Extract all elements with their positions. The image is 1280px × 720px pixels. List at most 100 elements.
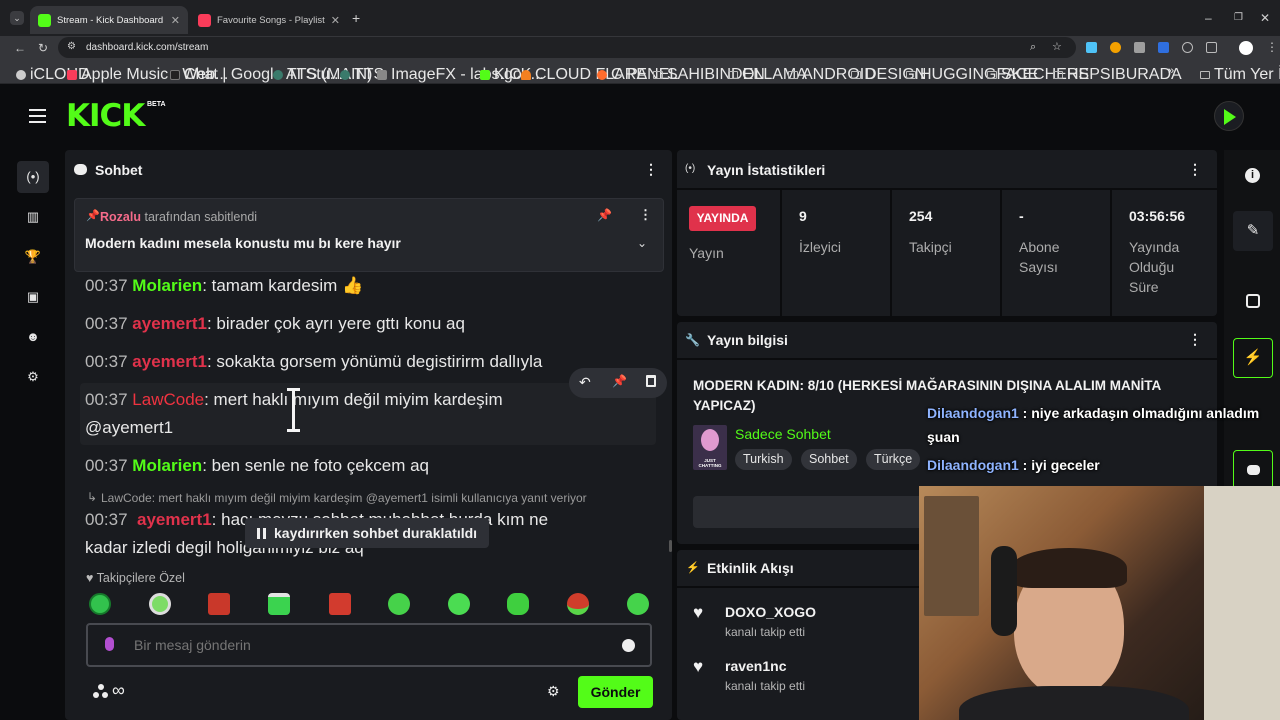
chat-username[interactable]: ayemert1 [132, 352, 207, 371]
emote-angry-face[interactable] [208, 593, 230, 615]
subs-label: Abone [1019, 239, 1060, 255]
chat-menu-icon[interactable]: ⋮ [644, 161, 658, 178]
follow-heart-icon: ♥ [693, 603, 704, 622]
new-tab-button[interactable]: + [352, 11, 360, 25]
tag-sohbet[interactable]: Sohbet [801, 449, 857, 470]
chat-scrollbar[interactable] [669, 540, 672, 552]
info-icon[interactable]: i [1245, 168, 1260, 183]
chat-username[interactable]: ayemert1 [137, 510, 212, 529]
stream-broadcast-icon[interactable]: (•) [17, 161, 49, 193]
chat-message[interactable]: 00:37 ayemert1: sokakta gorsem yönümü de… [85, 348, 542, 376]
category-link[interactable]: Sadece Sohbet [735, 426, 831, 442]
stream-info-menu-icon[interactable]: ⋮ [1188, 331, 1202, 348]
extension-icon[interactable] [1086, 42, 1097, 53]
apple-music-favicon [198, 13, 211, 27]
activity-action: kanalı takip etti [725, 625, 806, 639]
send-button[interactable]: Gönder [578, 676, 653, 708]
pinned-menu-icon[interactable]: ⋮ [639, 207, 652, 223]
channel-points-icon[interactable] [93, 684, 109, 700]
bookmark-folder-hepsiburada[interactable]: HEPSIBURADA [1053, 66, 1182, 84]
category-thumbnail[interactable]: JUST CHATTING [693, 425, 727, 470]
clip-icon[interactable]: ▣ [17, 281, 49, 313]
duration-label: Süre [1129, 279, 1159, 295]
pinned-user: Rozalu [100, 210, 141, 224]
cloudflare-icon [521, 70, 531, 80]
microphone-icon[interactable] [105, 637, 114, 651]
site-info-icon[interactable]: ⚙ [67, 40, 76, 54]
close-window-icon[interactable]: ✕ [1260, 11, 1270, 25]
analytics-chart-icon[interactable]: ▥ [17, 201, 49, 233]
emote-green-goggles[interactable] [149, 593, 171, 615]
chat-message[interactable]: 00:37 ayemert1: birader çok ayrı yere gt… [85, 310, 465, 338]
emote-mushroom[interactable] [567, 593, 589, 615]
tag-turkish[interactable]: Turkish [735, 449, 792, 470]
tab-kick-dashboard[interactable]: Stream - Kick Dashboard ✕ [30, 6, 188, 34]
tab-apple-music[interactable]: Favourite Songs - Playlist - App ✕ [190, 6, 348, 34]
beta-badge: BETA [147, 101, 166, 108]
trophy-icon[interactable]: 🏆 [17, 241, 49, 273]
emote-green-wink[interactable] [627, 593, 649, 615]
emoji-picker-icon[interactable] [622, 639, 635, 652]
unpin-icon[interactable]: 📌 [597, 208, 612, 222]
profile-avatar[interactable] [1214, 101, 1244, 131]
users-icon[interactable]: ☻ [17, 321, 49, 353]
kick-logo[interactable]: KICK [66, 98, 145, 134]
profile-avatar[interactable] [1239, 41, 1253, 55]
activity-user[interactable]: DOXO_XOGO [725, 604, 816, 620]
chat-username[interactable]: Molarien [132, 276, 202, 295]
tts-icon [273, 70, 283, 80]
emote-green-smile[interactable] [448, 593, 470, 615]
emote-green-smirk[interactable] [388, 593, 410, 615]
bookmarks-overflow-button[interactable]: » [1168, 65, 1174, 77]
zoom-icon[interactable]: ⌕ [1030, 40, 1036, 54]
emote-green-gremlin[interactable] [89, 593, 111, 615]
extension-icon[interactable] [1110, 42, 1121, 53]
emote-green-cup[interactable] [268, 593, 290, 615]
webcam-overlay [919, 486, 1280, 720]
extension-icon[interactable] [1158, 42, 1169, 53]
stream-info-title: Yayın bilgisi [707, 332, 788, 348]
expand-chevron-icon[interactable]: ⌄ [637, 236, 647, 250]
edit-pencil-icon[interactable]: ✎ [1233, 211, 1273, 251]
clip-camera-icon[interactable] [1246, 294, 1260, 308]
chat-paused-banner[interactable]: kaydırırken sohbet duraklatıldı [245, 518, 490, 548]
minimize-icon[interactable]: – [1205, 11, 1212, 25]
stats-divider [677, 188, 1217, 190]
settings-gear-icon[interactable]: ⚙ [17, 361, 49, 393]
stats-menu-icon[interactable]: ⋮ [1188, 161, 1202, 178]
tag-turkce[interactable]: Türkçe [866, 449, 921, 470]
chat-message-input[interactable] [134, 635, 604, 655]
close-tab-icon[interactable]: ✕ [331, 14, 340, 27]
chat-username[interactable]: Molarien [132, 456, 202, 475]
delete-trash-icon[interactable] [646, 375, 656, 387]
all-bookmarks-folder[interactable]: Tüm Yer İşaretleri [1200, 66, 1280, 84]
chat-username[interactable]: LawCode [132, 390, 204, 409]
address-bar[interactable]: ⚙ dashboard.kick.com/stream ⌕ ☆ [58, 37, 1076, 58]
folder-icon [987, 71, 997, 79]
overlay-chat-line: Dilaandogan1 : iyi geceler [927, 457, 1100, 473]
browser-menu-icon[interactable]: ⋮ [1266, 40, 1278, 54]
chat-message[interactable]: 00:37 Molarien: ben senle ne foto çekcem… [85, 452, 429, 480]
quick-actions-lightning-icon[interactable]: ⚡ [1233, 338, 1273, 378]
extensions-puzzle-icon[interactable] [1206, 42, 1217, 53]
reload-icon[interactable]: ↻ [38, 41, 48, 55]
activity-user[interactable]: raven1nc [725, 658, 786, 674]
hamburger-menu-icon[interactable] [29, 109, 46, 123]
overlay-chat-line: Dilaandogan1 : niye arkadaşın olmadığını… [927, 405, 1260, 421]
emote-green-blob[interactable] [507, 593, 529, 615]
chat-popout-icon[interactable] [1233, 450, 1273, 490]
emote-red-box[interactable] [329, 593, 351, 615]
chat-username[interactable]: ayemert1 [132, 314, 207, 333]
bookmark-star-icon[interactable]: ☆ [1052, 40, 1062, 54]
chat-settings-icon[interactable]: ⚙ [547, 683, 560, 700]
activity-title: Etkinlik Akışı [707, 560, 794, 576]
extension-icon[interactable] [1182, 42, 1193, 53]
close-tab-icon[interactable]: ✕ [171, 14, 180, 27]
tab-search-icon[interactable]: ⌄ [10, 11, 24, 25]
extension-icon[interactable] [1134, 42, 1145, 53]
back-icon[interactable]: ← [14, 41, 26, 55]
reply-icon[interactable]: ↶ [579, 374, 591, 391]
chat-message[interactable]: 00:37 Molarien: tamam kardesim 👍 [85, 272, 363, 300]
maximize-icon[interactable]: ❐ [1234, 11, 1243, 25]
pin-message-icon[interactable]: 📌 [612, 374, 627, 388]
